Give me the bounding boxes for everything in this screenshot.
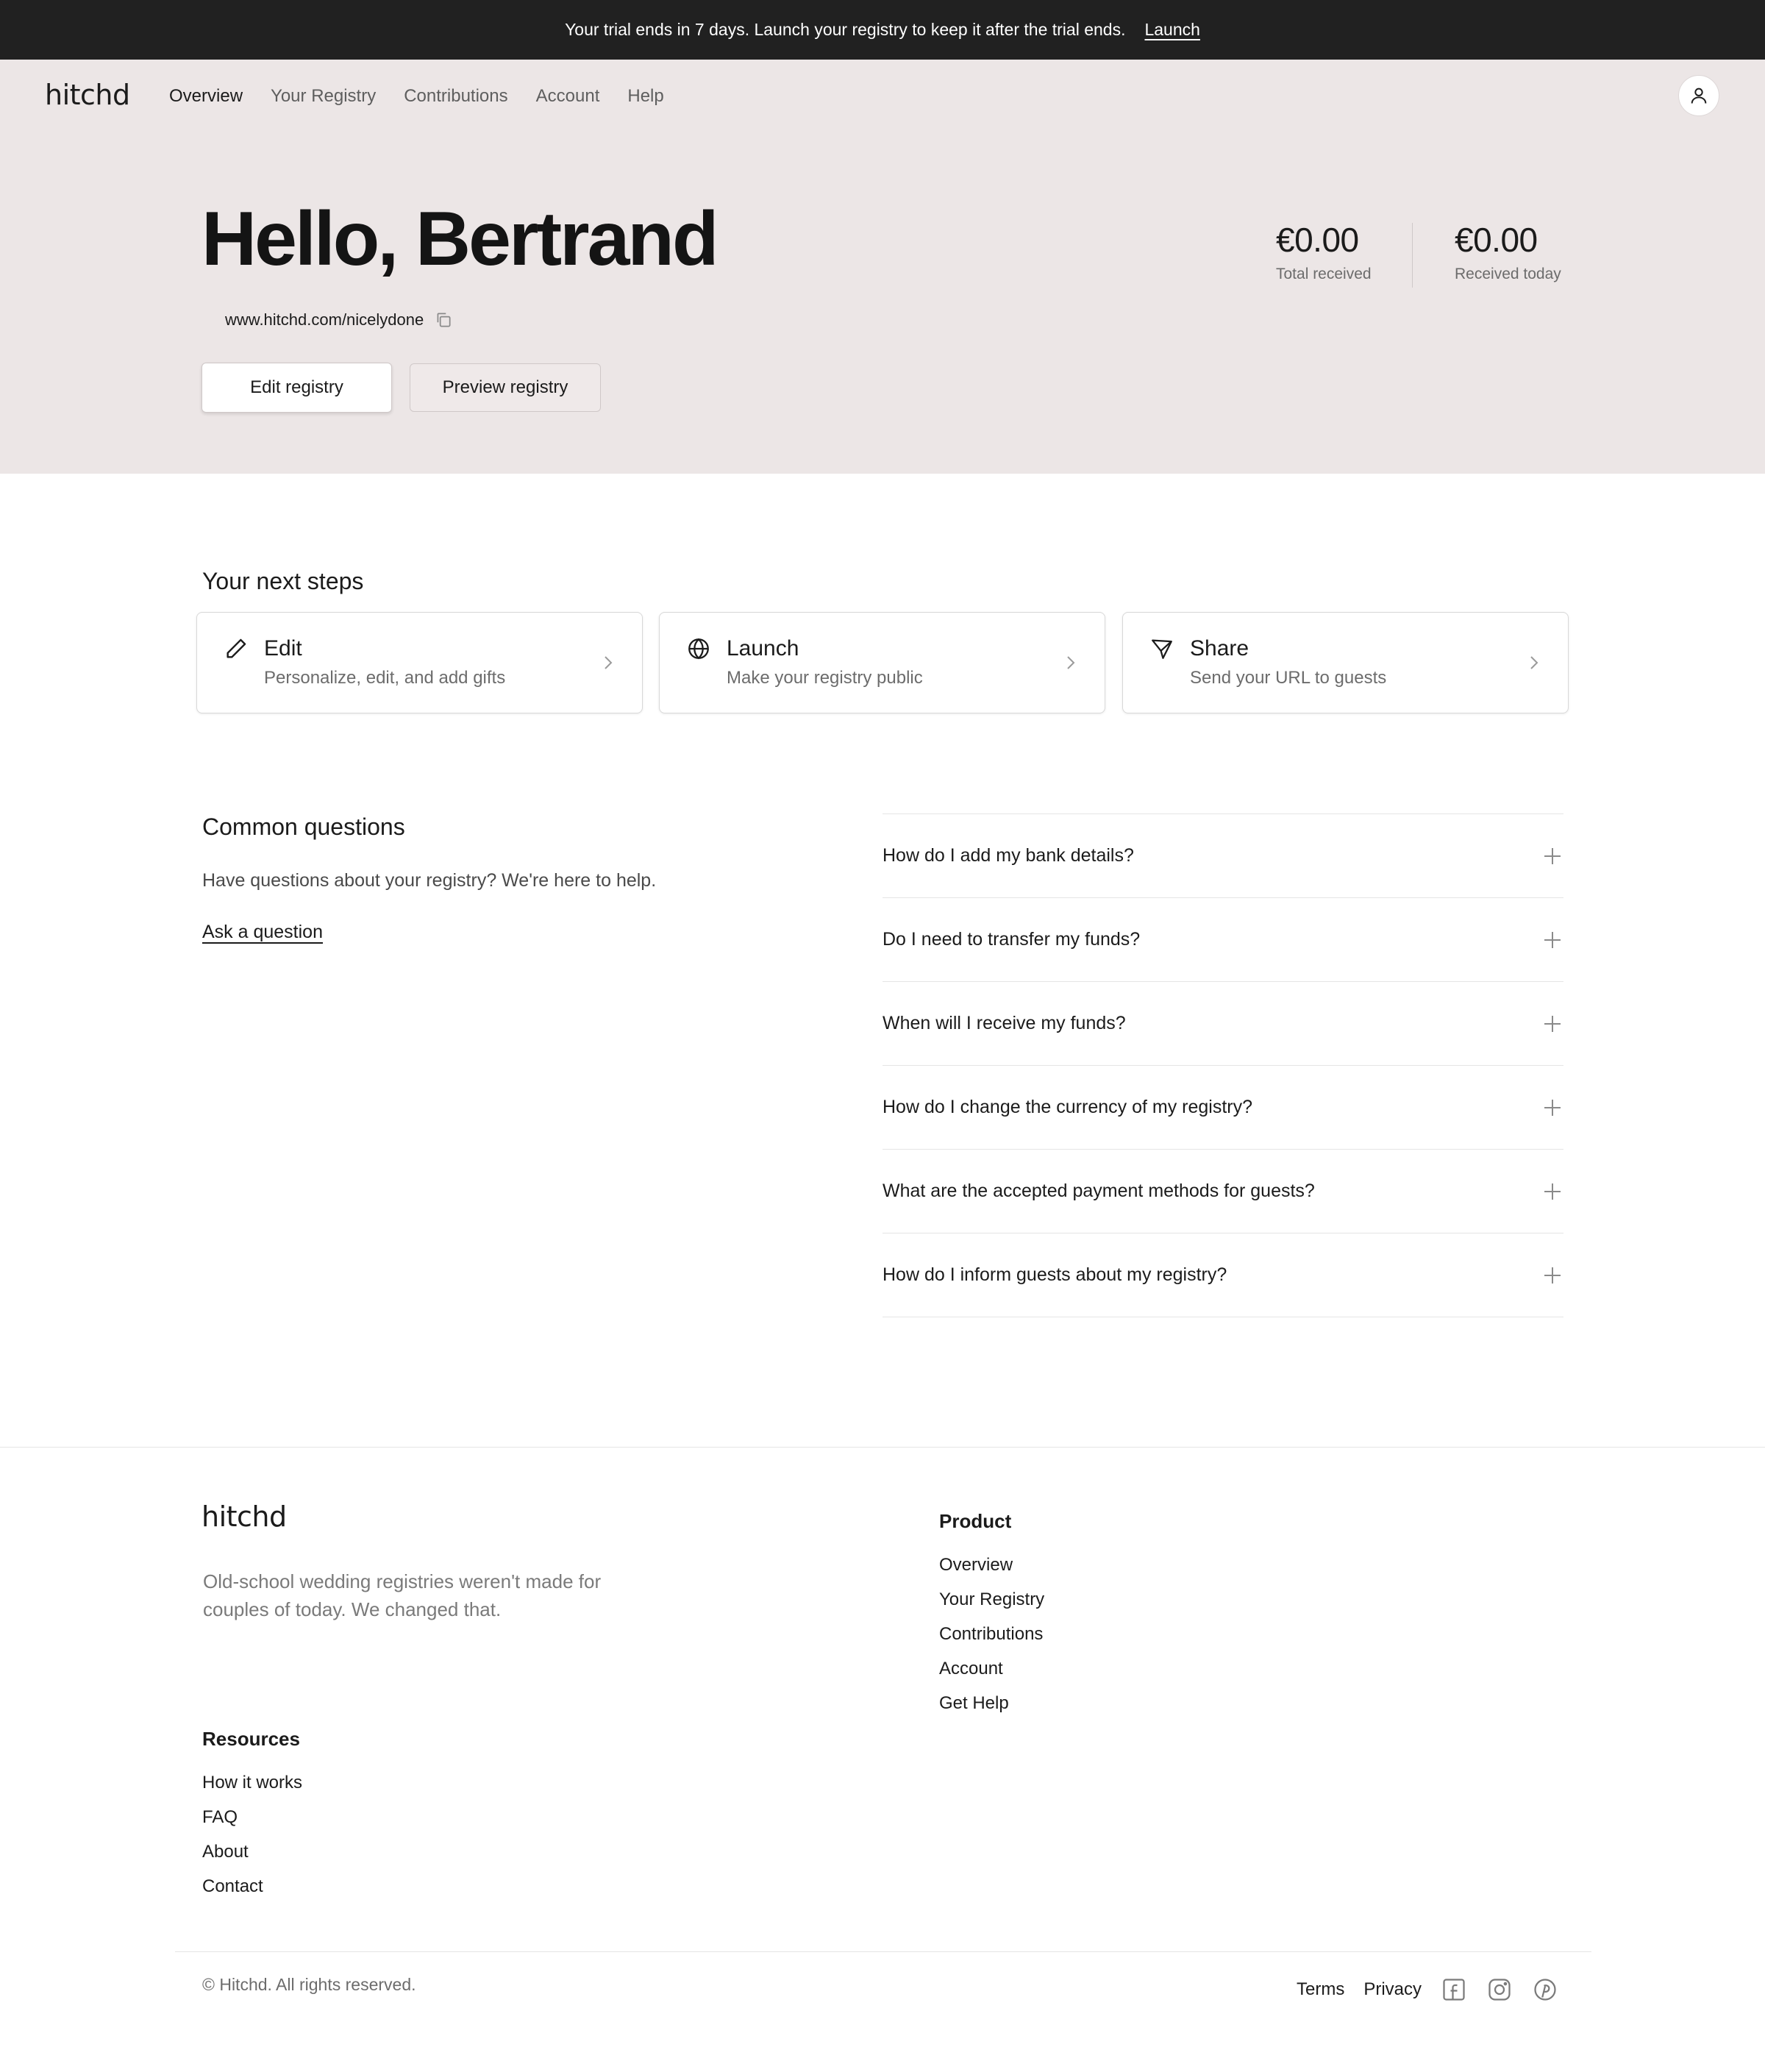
copyright-text: © Hitchd. All rights reserved. xyxy=(202,1975,416,1994)
plus-icon xyxy=(1544,1267,1561,1284)
pencil-icon xyxy=(227,638,246,658)
footer-link-your-registry[interactable]: Your Registry xyxy=(939,1589,1044,1609)
footer-product-links: Overview Your Registry Contributions Acc… xyxy=(939,1555,1044,1713)
footer-link-contact[interactable]: Contact xyxy=(202,1876,302,1896)
faq-question: How do I inform guests about my registry… xyxy=(883,1264,1227,1285)
plus-icon xyxy=(1544,1015,1561,1032)
faq-question: What are the accepted payment methods fo… xyxy=(883,1181,1315,1201)
faq-list: How do I add my bank details? Do I need … xyxy=(883,814,1563,1317)
stat-divider xyxy=(1412,223,1413,288)
footer-link-get-help[interactable]: Get Help xyxy=(939,1693,1044,1713)
stat-value: €0.00 xyxy=(1455,221,1538,259)
step-card-edit[interactable]: Edit Personalize, edit, and add gifts xyxy=(196,612,643,713)
faq-question: Do I need to transfer my funds? xyxy=(883,929,1141,950)
preview-registry-button[interactable]: Preview registry xyxy=(410,363,601,412)
pinterest-icon[interactable] xyxy=(1532,1976,1558,2003)
stat-label: Received today xyxy=(1455,266,1561,282)
footer-tagline: Old-school wedding registries weren't ma… xyxy=(203,1570,602,1620)
account-avatar-button[interactable] xyxy=(1678,75,1719,116)
step-subtitle: Personalize, edit, and add gifts xyxy=(264,668,506,688)
footer-resources-links: How it works FAQ About Contact xyxy=(202,1773,302,1896)
plus-icon xyxy=(1544,847,1561,864)
copy-icon[interactable] xyxy=(434,310,453,330)
common-questions-title: Common questions xyxy=(202,814,405,840)
footer-link-contributions[interactable]: Contributions xyxy=(939,1624,1044,1644)
trial-message: Your trial ends in 7 days. Launch your r… xyxy=(565,20,1126,39)
chevron-right-icon xyxy=(1530,656,1538,669)
main-nav: Overview Your Registry Contributions Acc… xyxy=(169,86,664,107)
faq-item[interactable]: What are the accepted payment methods fo… xyxy=(883,1150,1563,1233)
footer-logo[interactable]: hitchd xyxy=(202,1500,287,1533)
step-subtitle: Make your registry public xyxy=(727,668,923,688)
next-steps-title: Your next steps xyxy=(202,568,364,594)
stat-total-received: €0.00 Total received xyxy=(1276,220,1372,283)
ask-question-link[interactable]: Ask a question xyxy=(202,922,323,943)
footer-divider xyxy=(0,1447,1765,1448)
registry-url: www.hitchd.com/nicelydone xyxy=(225,310,424,329)
footer-link-overview[interactable]: Overview xyxy=(939,1555,1044,1575)
step-title: Launch xyxy=(727,636,799,661)
nav-contributions[interactable]: Contributions xyxy=(404,86,507,107)
step-title: Share xyxy=(1190,636,1249,661)
privacy-link[interactable]: Privacy xyxy=(1363,1979,1422,2000)
step-title: Edit xyxy=(264,636,302,661)
plus-icon xyxy=(1544,931,1561,948)
stat-value: €0.00 xyxy=(1276,221,1359,259)
faq-question: When will I receive my funds? xyxy=(883,1013,1126,1033)
footer-resources-title: Resources xyxy=(202,1728,300,1750)
faq-item[interactable]: How do I inform guests about my registry… xyxy=(883,1233,1563,1317)
send-icon xyxy=(1152,639,1172,659)
stat-label: Total received xyxy=(1276,266,1372,282)
hero-section: hitchd Overview Your Registry Contributi… xyxy=(0,60,1765,474)
edit-registry-button[interactable]: Edit registry xyxy=(202,363,392,413)
user-icon xyxy=(1691,88,1707,104)
header-logo[interactable]: hitchd xyxy=(45,79,130,111)
trial-banner: Your trial ends in 7 days. Launch your r… xyxy=(0,0,1765,60)
plus-icon xyxy=(1544,1183,1561,1200)
faq-item[interactable]: When will I receive my funds? xyxy=(883,982,1563,1066)
stat-received-today: €0.00 Received today xyxy=(1455,220,1561,283)
footer-product-title: Product xyxy=(939,1510,1012,1532)
footer-bottom-divider xyxy=(175,1951,1591,1952)
nav-overview[interactable]: Overview xyxy=(169,86,243,107)
registry-url-row: www.hitchd.com/nicelydone xyxy=(225,310,453,330)
nav-help[interactable]: Help xyxy=(627,86,663,107)
launch-link[interactable]: Launch xyxy=(1144,20,1199,40)
faq-item[interactable]: How do I add my bank details? xyxy=(883,814,1563,898)
chevron-right-icon xyxy=(605,656,613,669)
faq-item[interactable]: Do I need to transfer my funds? xyxy=(883,898,1563,982)
faq-question: How do I add my bank details? xyxy=(883,845,1134,866)
nav-your-registry[interactable]: Your Registry xyxy=(271,86,376,107)
globe-icon xyxy=(688,638,709,660)
step-subtitle: Send your URL to guests xyxy=(1190,668,1387,688)
plus-icon xyxy=(1544,1099,1561,1116)
nav-account[interactable]: Account xyxy=(536,86,600,107)
faq-item[interactable]: How do I change the currency of my regis… xyxy=(883,1066,1563,1150)
faq-question: How do I change the currency of my regis… xyxy=(883,1097,1253,1117)
footer-link-about[interactable]: About xyxy=(202,1842,302,1862)
greeting-heading: Hello, Bertrand xyxy=(202,196,719,282)
footer-link-account[interactable]: Account xyxy=(939,1659,1044,1678)
step-card-share[interactable]: Share Send your URL to guests xyxy=(1122,612,1569,713)
instagram-icon[interactable] xyxy=(1486,1976,1513,2003)
footer-link-how-it-works[interactable]: How it works xyxy=(202,1773,302,1792)
chevron-right-icon xyxy=(1067,656,1075,669)
terms-link[interactable]: Terms xyxy=(1297,1979,1344,2000)
footer-legal-links: Terms Privacy xyxy=(1297,1976,1558,2003)
facebook-icon[interactable] xyxy=(1441,1976,1467,2003)
step-card-launch[interactable]: Launch Make your registry public xyxy=(659,612,1105,713)
common-questions-text: Have questions about your registry? We'r… xyxy=(202,870,657,891)
footer-link-faq[interactable]: FAQ xyxy=(202,1807,302,1827)
